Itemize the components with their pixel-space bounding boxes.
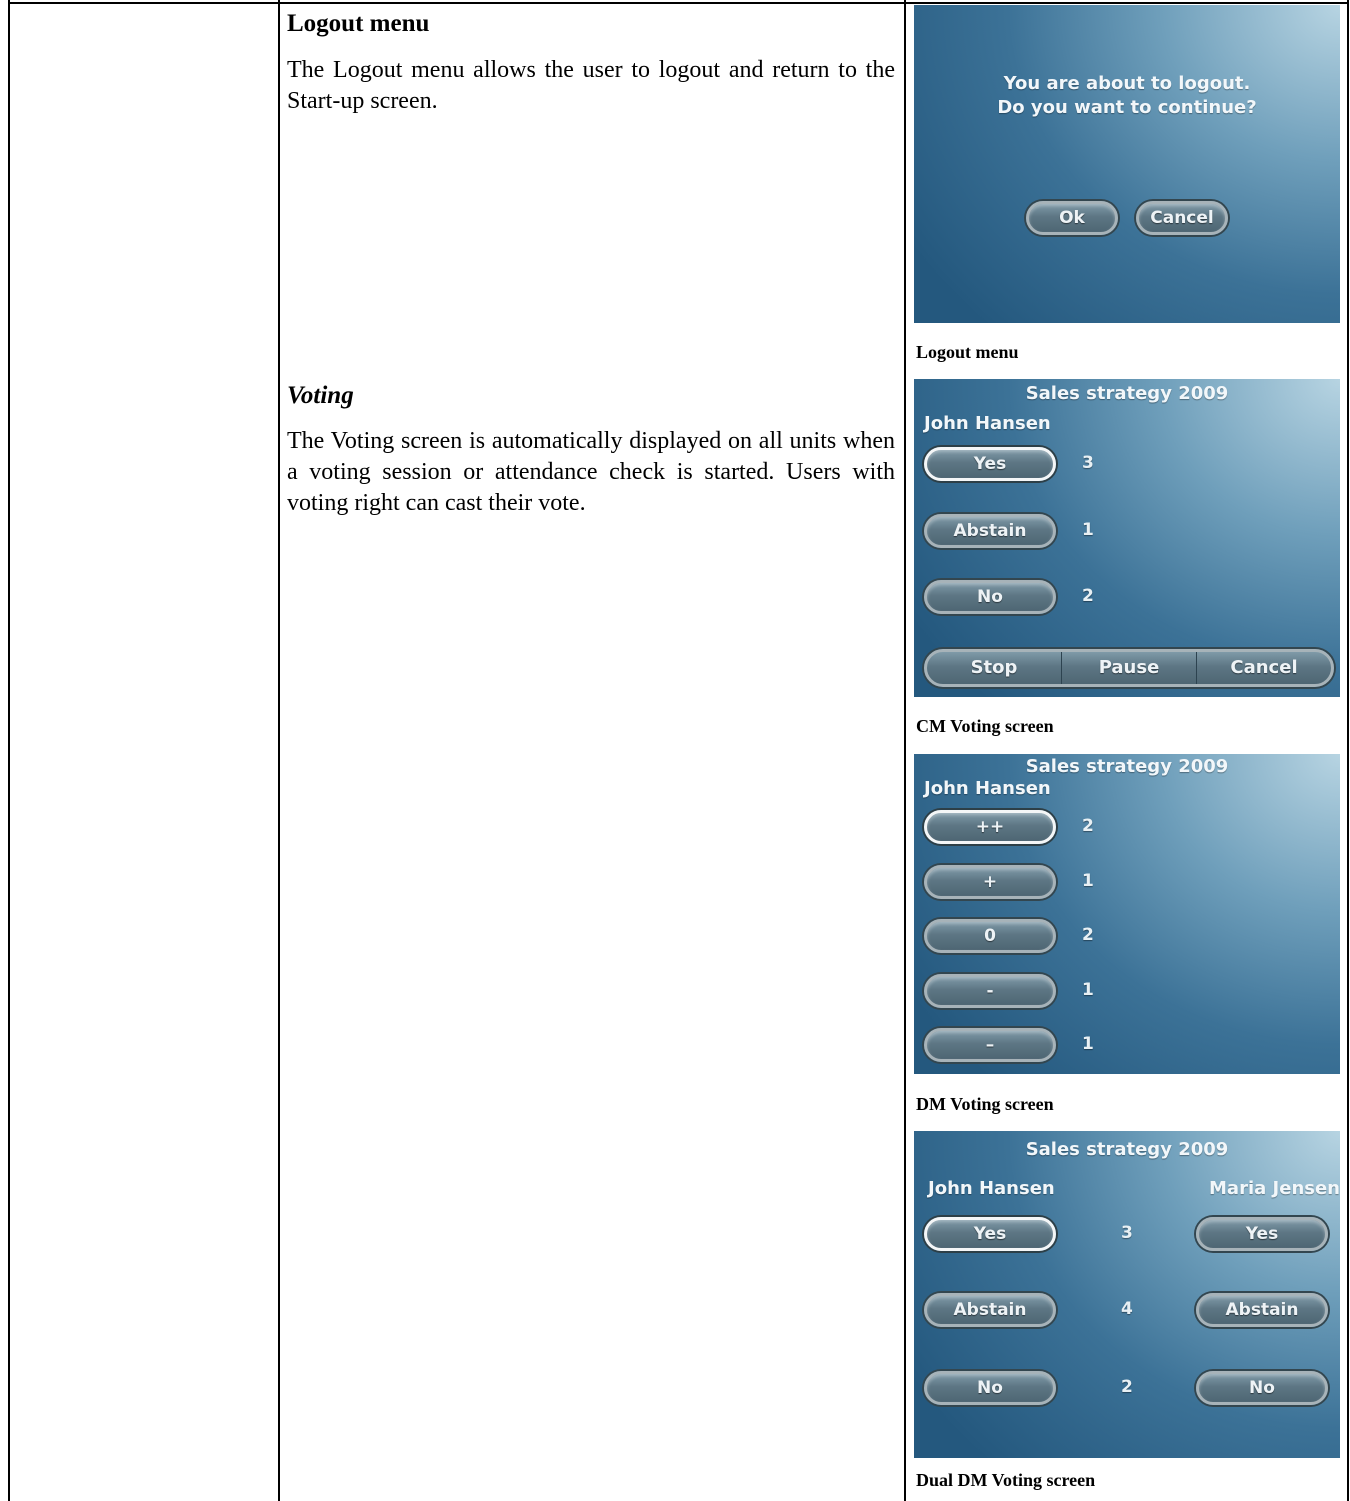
dm-vote-double-plus-button[interactable]: ++ <box>924 810 1056 844</box>
dm-voting-screen: Sales strategy 2009 John Hansen ++ 2 + 1… <box>914 754 1340 1074</box>
cm-user-name: John Hansen <box>924 413 1051 434</box>
table-col-divider-1 <box>278 0 280 1501</box>
dm-user-name: John Hansen <box>924 778 1051 799</box>
pause-button[interactable]: Pause <box>1061 652 1196 684</box>
cancel-button[interactable]: Cancel <box>1136 201 1228 235</box>
dual-dm-caption: Dual DM Voting screen <box>916 1470 1096 1490</box>
cm-vote-abstain-button[interactable]: Abstain <box>924 514 1056 548</box>
dual-user-right: Maria Jensen <box>1209 1178 1340 1199</box>
dm-count-plus: 1 <box>1082 871 1094 891</box>
cm-caption: CM Voting screen <box>916 716 1054 736</box>
cm-control-bar: Stop Pause Cancel <box>924 649 1334 687</box>
dual-left-no-button[interactable]: No <box>924 1371 1056 1405</box>
dual-user-left: John Hansen <box>928 1178 1055 1199</box>
dual-right-abstain-button[interactable]: Abstain <box>1196 1293 1328 1327</box>
dual-count-abstain: 4 <box>1121 1299 1133 1319</box>
dual-count-yes: 3 <box>1121 1223 1133 1243</box>
dual-left-abstain-button[interactable]: Abstain <box>924 1293 1056 1327</box>
dm-count-minus: 1 <box>1082 980 1094 1000</box>
table-right-border <box>1347 0 1349 1501</box>
dm-count-zero: 2 <box>1082 925 1094 945</box>
dual-right-no-button[interactable]: No <box>1196 1371 1328 1405</box>
cm-count-no: 2 <box>1082 586 1094 606</box>
dm-caption: DM Voting screen <box>916 1094 1054 1114</box>
dm-count-double-plus: 2 <box>1082 816 1094 836</box>
dual-left-yes-button[interactable]: Yes <box>924 1217 1056 1251</box>
voting-title: Voting <box>287 382 354 409</box>
cm-voting-screen: Sales strategy 2009 John Hansen Yes 3 Ab… <box>914 379 1340 697</box>
logout-description: The Logout menu allows the user to logou… <box>287 57 895 114</box>
logout-message-line1: You are about to logout. <box>1003 73 1251 94</box>
dm-vote-double-minus-button[interactable]: – <box>924 1028 1056 1062</box>
dual-screen-title: Sales strategy 2009 <box>1025 1139 1229 1160</box>
table-left-border <box>8 0 10 1501</box>
dm-vote-plus-button[interactable]: + <box>924 865 1056 899</box>
dual-count-no: 2 <box>1121 1377 1133 1397</box>
table-top-border <box>8 2 1349 4</box>
dm-vote-minus-button[interactable]: - <box>924 974 1056 1008</box>
dm-screen-title: Sales strategy 2009 <box>1025 756 1229 777</box>
ok-button[interactable]: Ok <box>1026 201 1118 235</box>
dual-right-yes-button[interactable]: Yes <box>1196 1217 1328 1251</box>
logout-title: Logout menu <box>287 10 430 37</box>
stop-button[interactable]: Stop <box>927 652 1061 684</box>
cm-vote-yes-button[interactable]: Yes <box>924 447 1056 481</box>
cancel-voting-button[interactable]: Cancel <box>1196 652 1331 684</box>
dm-count-double-minus: 1 <box>1082 1034 1094 1054</box>
table-col-divider-2 <box>904 0 906 1501</box>
dual-dm-voting-screen: Sales strategy 2009 John Hansen Maria Je… <box>914 1131 1340 1458</box>
logout-message-line2: Do you want to continue? <box>997 97 1257 118</box>
voting-description: The Voting screen is automatically displ… <box>287 428 895 516</box>
dm-vote-zero-button[interactable]: 0 <box>924 919 1056 953</box>
cm-count-yes: 3 <box>1082 453 1094 473</box>
cm-count-abstain: 1 <box>1082 520 1094 540</box>
cm-screen-title: Sales strategy 2009 <box>1025 383 1229 404</box>
logout-screen: You are about to logout. Do you want to … <box>914 5 1340 323</box>
logout-caption: Logout menu <box>916 342 1019 362</box>
cm-vote-no-button[interactable]: No <box>924 580 1056 614</box>
